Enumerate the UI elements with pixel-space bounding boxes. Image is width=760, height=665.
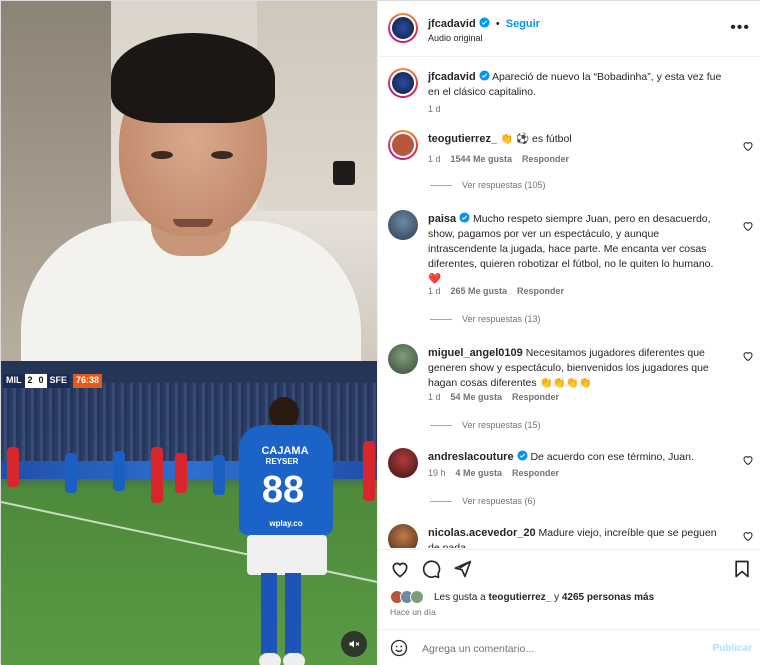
verified-badge-icon: [459, 212, 470, 223]
reply-button[interactable]: Responder: [522, 154, 569, 164]
save-bookmark-icon[interactable]: [732, 559, 752, 579]
home-score: 2: [24, 374, 36, 388]
author-avatar[interactable]: [388, 13, 418, 43]
comment-likes[interactable]: 265 Me gusta: [451, 286, 508, 296]
player-figure: [7, 447, 19, 487]
comment-time: 1 d: [428, 154, 441, 164]
commenter-username[interactable]: miguel_angel0109: [428, 347, 523, 359]
wall-lamp: [333, 161, 355, 185]
author-username[interactable]: jfcadavid: [428, 18, 476, 30]
like-heart-icon[interactable]: [742, 530, 754, 542]
liker-username[interactable]: teogutierrez_: [489, 592, 552, 603]
add-comment-bar: Agrega un comentario... Publicar: [378, 629, 760, 665]
football-match-clip: MIL 2 0 SFE 76:38 CAJAMA REYSER 88 wplay…: [1, 361, 377, 665]
commenter-username[interactable]: nicolas.acevedor_20: [428, 527, 536, 539]
publish-button[interactable]: Publicar: [713, 643, 752, 654]
commenter-username[interactable]: paisa: [428, 213, 456, 225]
jersey-name: REYSER: [265, 457, 299, 466]
view-replies-button[interactable]: Ver respuestas (15): [430, 420, 541, 430]
jersey-number: 88: [261, 469, 305, 511]
player-figure: [175, 453, 187, 493]
comment-text: 👏 ⚽ es fútbol: [500, 133, 572, 145]
jersey-sponsor: CAJAMA: [261, 445, 309, 457]
likes-summary: Les gusta a teogutierrez_ y 4265 persona…: [390, 589, 760, 605]
like-heart-icon[interactable]: [742, 454, 754, 466]
more-options-icon[interactable]: •••: [730, 19, 750, 37]
match-scoreboard: MIL 2 0 SFE 76:38: [3, 374, 103, 388]
comment-time: 1 d: [428, 286, 441, 296]
commenter-avatar[interactable]: [388, 344, 418, 374]
comment-likes[interactable]: 54 Me gusta: [451, 392, 503, 402]
verified-badge-icon: [479, 70, 490, 81]
view-replies-button[interactable]: Ver respuestas (6): [430, 496, 536, 506]
post-side-panel: jfcadavid • Seguir Audio original ••• jf…: [377, 1, 760, 665]
commenter-avatar[interactable]: [388, 524, 418, 548]
follow-button[interactable]: Seguir: [506, 18, 540, 30]
commenter-avatar[interactable]: [388, 448, 418, 478]
verified-badge-icon: [479, 17, 490, 28]
comment-likes[interactable]: 1544 Me gusta: [451, 154, 513, 164]
mute-toggle-button[interactable]: [341, 631, 367, 657]
match-clock: 76:38: [73, 374, 103, 388]
away-score: 0: [35, 374, 47, 388]
view-replies-button[interactable]: Ver respuestas (13): [430, 314, 541, 324]
caption-time: 1 d: [428, 104, 441, 114]
comment-text: Mucho respeto siempre Juan, pero en desa…: [428, 213, 714, 285]
post-timestamp: Hace un día: [390, 607, 436, 617]
player-figure: [151, 447, 163, 503]
commenter-username[interactable]: andreslacouture: [428, 451, 514, 463]
comment-time: 19 h: [428, 468, 446, 478]
commenter-avatar[interactable]: [388, 130, 418, 160]
featured-player: CAJAMA REYSER 88 wplay.co: [239, 397, 335, 665]
post-video[interactable]: MIL 2 0 SFE 76:38 CAJAMA REYSER 88 wplay…: [1, 1, 377, 665]
instagram-post: MIL 2 0 SFE 76:38 CAJAMA REYSER 88 wplay…: [0, 0, 760, 665]
verified-badge-icon: [516, 450, 528, 461]
reply-button[interactable]: Responder: [517, 286, 564, 296]
player-figure: [65, 453, 77, 493]
reply-button[interactable]: Responder: [512, 468, 559, 478]
away-team: SFE: [46, 374, 71, 388]
like-heart-icon[interactable]: [742, 140, 754, 152]
jersey-brand: wplay.co: [269, 519, 303, 528]
post-header: jfcadavid • Seguir Audio original •••: [378, 1, 760, 57]
post-actions-bar: [378, 549, 760, 585]
home-team: MIL: [3, 374, 25, 388]
reply-button[interactable]: Responder: [512, 392, 559, 402]
player-figure: [113, 451, 125, 491]
comment-likes[interactable]: 4 Me gusta: [456, 468, 503, 478]
view-replies-button[interactable]: Ver respuestas (105): [430, 180, 546, 190]
comments-list[interactable]: jfcadavid Apareció de nuevo la “Bobadinh…: [378, 58, 760, 548]
commenter-avatar[interactable]: [388, 210, 418, 240]
author-avatar[interactable]: [388, 68, 418, 98]
comment-bubble-icon[interactable]: [421, 559, 441, 579]
like-heart-icon[interactable]: [742, 220, 754, 232]
player-figure: [363, 441, 375, 501]
speaker-muted-icon: [349, 640, 360, 648]
emoji-icon[interactable]: [390, 639, 408, 657]
like-heart-icon[interactable]: [742, 350, 754, 362]
like-heart-icon[interactable]: [390, 559, 410, 579]
liker-avatars: [390, 590, 430, 604]
webcam-overlay: [1, 1, 377, 361]
commenter-username[interactable]: teogutierrez_: [428, 133, 497, 145]
audio-label[interactable]: Audio original: [428, 33, 483, 43]
comment-time: 1 d: [428, 392, 441, 402]
share-paper-plane-icon[interactable]: [452, 559, 472, 579]
likes-count[interactable]: 4265 personas más: [562, 592, 654, 603]
comment-text: De acuerdo con ese término, Juan.: [530, 451, 694, 463]
player-figure: [213, 455, 225, 495]
comment-input[interactable]: Agrega un comentario...: [422, 643, 534, 655]
